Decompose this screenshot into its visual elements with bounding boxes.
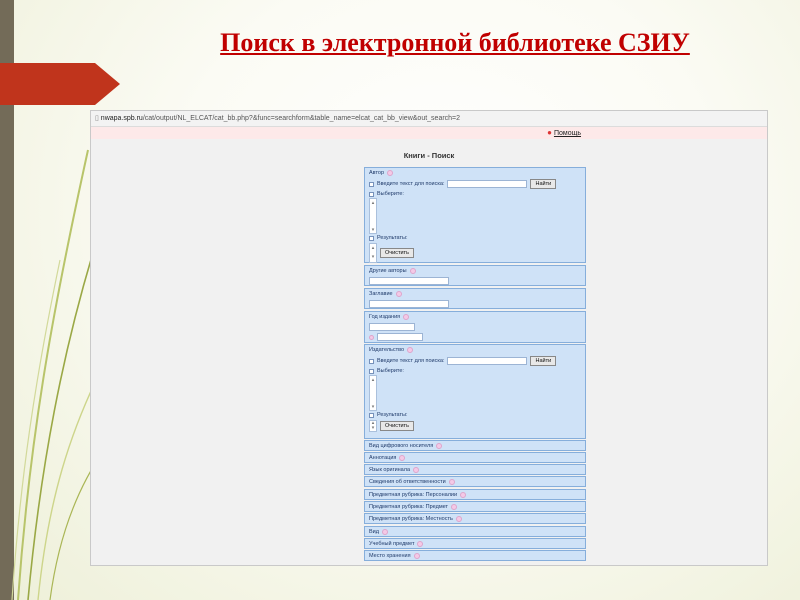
collapse-icon[interactable] <box>407 347 414 353</box>
help-link[interactable]: Помощь <box>554 130 581 137</box>
collapse-icon[interactable] <box>395 291 402 297</box>
author-panel: Автор Введите текст для поиска: Найти Вы… <box>364 167 586 263</box>
publisher-panel-header[interactable]: Издательство <box>365 345 585 355</box>
choose-label: Выберите: <box>377 191 404 197</box>
collapsed-panel[interactable]: Место хранения <box>364 550 586 561</box>
expand-icon[interactable] <box>413 553 420 559</box>
address-bar[interactable]: ▯ nwapa.spb.ru/cat/output/NL_ELCAT/cat_b… <box>91 111 767 127</box>
publisher-find-button[interactable]: Найти <box>530 356 557 366</box>
collapsed-panel-title: Предметная рубрика: Местность <box>369 516 453 522</box>
title-panel-title: Заглавие <box>369 291 393 297</box>
collapsed-panel[interactable]: Предметная рубрика: Местность <box>364 513 586 524</box>
radio-results[interactable] <box>369 412 374 418</box>
expand-icon[interactable] <box>413 467 420 473</box>
collapsed-panel-title: Язык оригинала <box>369 467 411 473</box>
collapsed-panel-title: Сведения об ответственности <box>369 479 446 485</box>
collapse-icon[interactable] <box>403 314 410 320</box>
expand-icon[interactable] <box>381 529 388 535</box>
publisher-search-input[interactable] <box>447 357 528 365</box>
year-panel: Год издания <box>364 311 586 343</box>
author-find-button[interactable]: Найти <box>530 179 557 189</box>
author-results-list[interactable]: ▴ ▾ <box>369 243 377 263</box>
collapse-icon[interactable] <box>409 268 416 274</box>
collapsed-panel-title: Аннотация <box>369 455 397 461</box>
help-icon: ● <box>547 128 552 137</box>
title-arrow-tab <box>0 63 120 105</box>
collapsed-panel-title: Вид <box>369 529 379 535</box>
collapsed-panel[interactable]: Сведения об ответственности <box>364 476 586 487</box>
expand-icon[interactable] <box>460 492 467 498</box>
expand-icon[interactable] <box>399 455 406 461</box>
add-icon[interactable] <box>369 334 374 340</box>
collapsed-panel[interactable]: Вид цифрового носителя <box>364 440 586 451</box>
author-search-input[interactable] <box>447 180 528 188</box>
results-label: Результаты: <box>377 412 408 418</box>
page-top-bar: ● Помощь <box>91 127 767 139</box>
collapsed-panel-title: Предметная рубрика: Предмет <box>369 504 449 510</box>
year-panel-title: Год издания <box>369 314 401 320</box>
year-to-input[interactable] <box>377 333 423 341</box>
results-label: Результаты: <box>377 235 408 241</box>
expand-icon[interactable] <box>436 443 443 449</box>
browser-screenshot: ▯ nwapa.spb.ru/cat/output/NL_ELCAT/cat_b… <box>90 110 768 566</box>
publisher-clear-button[interactable]: Очистить <box>380 421 414 431</box>
choose-label: Выберите: <box>377 368 404 374</box>
radio-enter-text[interactable] <box>369 358 374 364</box>
radio-choose[interactable] <box>369 368 374 374</box>
author-choose-list[interactable]: ▴ ▾ <box>369 198 377 234</box>
author-panel-header[interactable]: Автор <box>365 168 585 178</box>
enter-text-label: Введите текст для поиска: <box>377 358 445 364</box>
title-input[interactable] <box>369 300 449 308</box>
collapsed-panel-title: Место хранения <box>369 553 411 559</box>
collapsed-panel-title: Вид цифрового носителя <box>369 443 434 449</box>
collapsed-panel[interactable]: Вид <box>364 526 586 537</box>
title-panel: Заглавие <box>364 288 586 309</box>
collapsed-panel[interactable]: Язык оригинала <box>364 464 586 475</box>
expand-icon[interactable] <box>448 479 455 485</box>
year-from-input[interactable] <box>369 323 415 331</box>
enter-text-label: Введите текст для поиска: <box>377 181 445 187</box>
other-authors-input[interactable] <box>369 277 449 285</box>
expand-icon[interactable] <box>455 516 462 522</box>
form-title: Книги - Поиск <box>403 151 455 160</box>
author-clear-button[interactable]: Очистить <box>380 248 414 258</box>
other-authors-header[interactable]: Другие авторы <box>365 266 585 276</box>
year-panel-header[interactable]: Год издания <box>365 312 585 322</box>
url-path: /cat/output/NL_ELCAT/cat_bb.php?&func=se… <box>142 115 461 122</box>
publisher-choose-list[interactable]: ▴ ▾ <box>369 375 377 411</box>
collapsed-panel-title: Предметная рубрика: Персоналии <box>369 492 458 498</box>
other-authors-panel: Другие авторы <box>364 265 586 286</box>
title-panel-header[interactable]: Заглавие <box>365 289 585 299</box>
url-host: nwapa.spb.ru <box>100 115 143 122</box>
collapsed-panel[interactable]: Учебный предмет <box>364 538 586 549</box>
radio-enter-text[interactable] <box>369 181 374 187</box>
collapse-icon[interactable] <box>387 170 394 176</box>
collapsed-panel[interactable]: Аннотация <box>364 452 586 463</box>
collapsed-panel[interactable]: Предметная рубрика: Предмет <box>364 501 586 512</box>
slide-title: Поиск в электронной библиотеке СЗИУ <box>220 28 690 57</box>
radio-choose[interactable] <box>369 191 374 197</box>
publisher-panel: Издательство Введите текст для поиска: Н… <box>364 344 586 439</box>
collapsed-panel-title: Учебный предмет <box>369 541 415 547</box>
other-authors-title: Другие авторы <box>369 268 407 274</box>
publisher-panel-title: Издательство <box>369 347 405 353</box>
expand-icon[interactable] <box>451 504 458 510</box>
author-panel-title: Автор <box>369 170 385 176</box>
expand-icon[interactable] <box>417 541 424 547</box>
publisher-results-list[interactable]: ▴ ▾ <box>369 420 377 432</box>
collapsed-panel[interactable]: Предметная рубрика: Персоналии <box>364 489 586 500</box>
radio-results[interactable] <box>369 235 374 241</box>
